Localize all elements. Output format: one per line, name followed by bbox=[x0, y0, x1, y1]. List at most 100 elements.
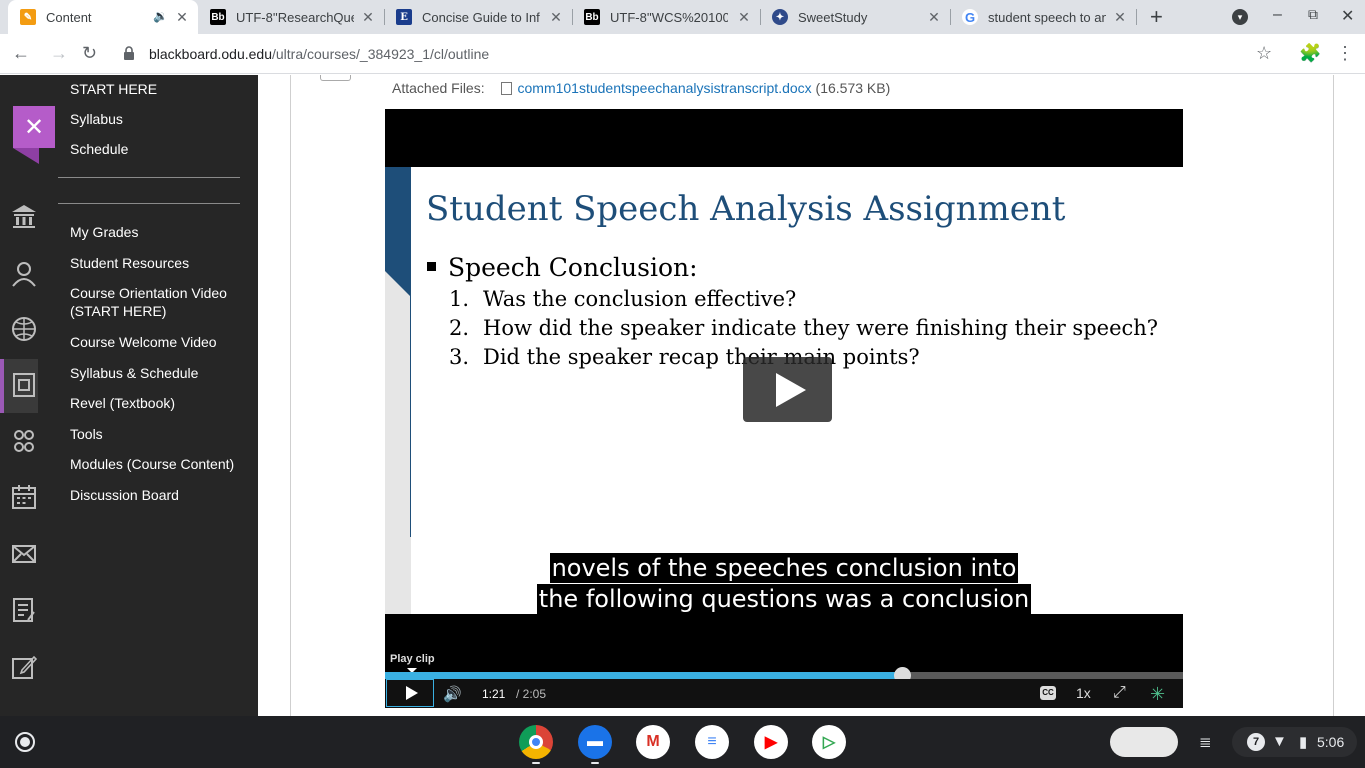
edit-icon[interactable] bbox=[10, 653, 38, 681]
close-course-menu-button[interactable]: ✕ bbox=[13, 106, 55, 148]
closed-captions-icon[interactable]: CC bbox=[1040, 686, 1056, 700]
menu-item-discussion-board[interactable]: Discussion Board bbox=[70, 486, 250, 504]
course-menu-panel: START HERE Syllabus Schedule My Grades S… bbox=[38, 75, 258, 716]
menu-item-student-resources[interactable]: Student Resources bbox=[70, 254, 250, 272]
slide-question: 2. How did the speaker indicate they were… bbox=[449, 316, 1159, 340]
tote-screenshot-icon[interactable] bbox=[1110, 727, 1178, 757]
tab-sweetstudy[interactable]: ✦ SweetStudy ✕ bbox=[760, 0, 951, 34]
bookmark-star-icon[interactable]: ☆ bbox=[1256, 43, 1272, 64]
close-tab-icon[interactable]: ✕ bbox=[174, 9, 190, 26]
progress-bar[interactable] bbox=[385, 667, 1183, 684]
playback-speed-button[interactable]: 1x bbox=[1076, 685, 1091, 701]
e-book-icon: E bbox=[396, 9, 412, 25]
tab-researchquest[interactable]: Bb UTF-8''ResearchQuest ✕ bbox=[198, 0, 385, 34]
slide-question: 3. Did the speaker recap their main point… bbox=[449, 345, 920, 369]
url-host: blackboard.odu.edu bbox=[149, 46, 272, 62]
play-button[interactable] bbox=[386, 679, 434, 707]
big-play-button[interactable] bbox=[743, 357, 832, 422]
menu-item-tools[interactable]: Tools bbox=[70, 425, 250, 443]
menu-item-syllabus-schedule[interactable]: Syllabus & Schedule bbox=[70, 364, 250, 382]
organizations-icon[interactable] bbox=[10, 427, 38, 455]
files-app-icon[interactable]: ▬ bbox=[578, 725, 612, 759]
profile-icon[interactable] bbox=[10, 260, 38, 288]
tab-search-icon[interactable]: ▾ bbox=[1232, 9, 1248, 25]
menu-item-modules[interactable]: Modules (Course Content) bbox=[70, 455, 250, 473]
close-tab-icon[interactable]: ✕ bbox=[926, 9, 942, 26]
restore-icon[interactable]: ⧉ bbox=[1308, 6, 1318, 23]
current-time: 1:21 bbox=[482, 687, 506, 701]
extensions-puzzle-icon[interactable]: 🧩 bbox=[1299, 43, 1321, 64]
tab-content[interactable]: ✎ Content 🔉 ✕ bbox=[8, 0, 198, 34]
media-queue-icon[interactable]: ≣ bbox=[1199, 733, 1212, 751]
content-item-stub bbox=[320, 75, 351, 81]
menu-item-revel[interactable]: Revel (Textbook) bbox=[70, 394, 250, 412]
menu-item-start-here[interactable]: START HERE bbox=[70, 80, 250, 98]
tab-title: Content bbox=[46, 9, 92, 25]
global-nav-rail bbox=[0, 75, 38, 716]
caption-text: novels of the speeches conclusion into bbox=[549, 553, 1019, 583]
tab-wcs100l[interactable]: Bb UTF-8''WCS%20100L ✕ bbox=[572, 0, 761, 34]
slide-bullet-text: Speech Conclusion: bbox=[448, 253, 698, 282]
running-indicator bbox=[591, 762, 599, 764]
courses-icon[interactable] bbox=[10, 371, 38, 399]
menu-divider bbox=[58, 177, 240, 178]
forward-arrow-icon[interactable]: → bbox=[50, 43, 68, 64]
back-arrow-icon[interactable]: ← bbox=[12, 43, 30, 64]
docs-app-icon[interactable]: ≡ bbox=[695, 725, 729, 759]
close-tab-icon[interactable]: ✕ bbox=[548, 9, 564, 26]
play-icon bbox=[775, 372, 806, 407]
audio-playing-icon[interactable]: 🔉 bbox=[153, 9, 168, 23]
grades-icon[interactable] bbox=[10, 596, 38, 624]
launcher-icon[interactable] bbox=[15, 732, 35, 752]
url-field[interactable]: blackboard.odu.edu/ultra/courses/_384923… bbox=[149, 46, 489, 62]
notification-count-badge[interactable]: 7 bbox=[1247, 733, 1265, 751]
tab-concise-guide[interactable]: E Concise Guide to Info ✕ bbox=[384, 0, 573, 34]
url-path: /ultra/courses/_384923_1/cl/outline bbox=[272, 46, 490, 62]
gmail-app-icon[interactable]: M bbox=[636, 725, 670, 759]
control-bar: 🔊 1:21 / 2:05 CC 1x ⤢ ✳ bbox=[385, 679, 1183, 708]
close-tab-icon[interactable]: ✕ bbox=[360, 9, 376, 26]
tab-title: UTF-8''WCS%20100L bbox=[610, 9, 728, 25]
document-icon bbox=[500, 82, 512, 95]
attachment-link[interactable]: comm101studentspeechanalysistranscript.d… bbox=[518, 80, 812, 96]
close-window-icon[interactable]: ✕ bbox=[1341, 6, 1354, 26]
attachment-size: (16.573 KB) bbox=[815, 80, 891, 96]
close-tab-icon[interactable]: ✕ bbox=[1112, 9, 1128, 26]
close-tab-icon[interactable]: ✕ bbox=[736, 9, 752, 26]
clock: 5:06 bbox=[1317, 734, 1345, 750]
calendar-icon[interactable] bbox=[10, 483, 38, 511]
blackboard-bb-icon: Bb bbox=[584, 9, 600, 25]
close-icon: ✕ bbox=[23, 113, 45, 141]
menu-item-syllabus[interactable]: Syllabus bbox=[70, 110, 250, 128]
kaltura-logo-icon[interactable]: ✳ bbox=[1150, 684, 1165, 705]
fullscreen-icon[interactable]: ⤢ bbox=[1113, 684, 1126, 702]
duration: / 2:05 bbox=[516, 687, 547, 701]
globe-icon[interactable] bbox=[10, 315, 38, 343]
slide-side-line bbox=[410, 167, 411, 537]
menu-divider bbox=[58, 203, 240, 204]
play-store-app-icon[interactable]: ▷ bbox=[812, 725, 846, 759]
menu-item-my-grades[interactable]: My Grades bbox=[70, 223, 250, 241]
tab-google-search[interactable]: G student speech to an ✕ bbox=[950, 0, 1137, 34]
flag-tail bbox=[13, 148, 39, 164]
sweetstudy-icon: ✦ bbox=[772, 9, 788, 25]
attached-files: Attached Files: comm101studentspeechanal… bbox=[392, 80, 890, 96]
lock-icon[interactable] bbox=[123, 46, 135, 60]
chrome-app-icon[interactable] bbox=[519, 725, 553, 759]
menu-item-orientation-video[interactable]: Course Orientation Video (START HERE) bbox=[70, 284, 250, 320]
messages-icon[interactable] bbox=[10, 540, 38, 568]
new-tab-icon[interactable]: + bbox=[1150, 4, 1163, 30]
youtube-app-icon[interactable]: ▶ bbox=[754, 725, 788, 759]
menu-item-schedule[interactable]: Schedule bbox=[70, 140, 250, 158]
running-indicator bbox=[532, 762, 540, 764]
slide-bullet: Speech Conclusion: bbox=[427, 253, 698, 282]
minimize-icon[interactable]: – bbox=[1273, 6, 1282, 24]
volume-icon[interactable]: 🔊 bbox=[443, 685, 462, 703]
kebab-menu-icon[interactable]: ⋮ bbox=[1336, 43, 1354, 64]
video-player[interactable]: Student Speech Analysis Assignment Speec… bbox=[385, 109, 1183, 708]
reload-icon[interactable]: ↻ bbox=[82, 43, 97, 64]
institution-icon[interactable] bbox=[10, 202, 38, 230]
tab-title: Concise Guide to Info bbox=[422, 9, 540, 25]
menu-item-welcome-video[interactable]: Course Welcome Video bbox=[70, 333, 250, 351]
tab-title: SweetStudy bbox=[798, 9, 868, 25]
